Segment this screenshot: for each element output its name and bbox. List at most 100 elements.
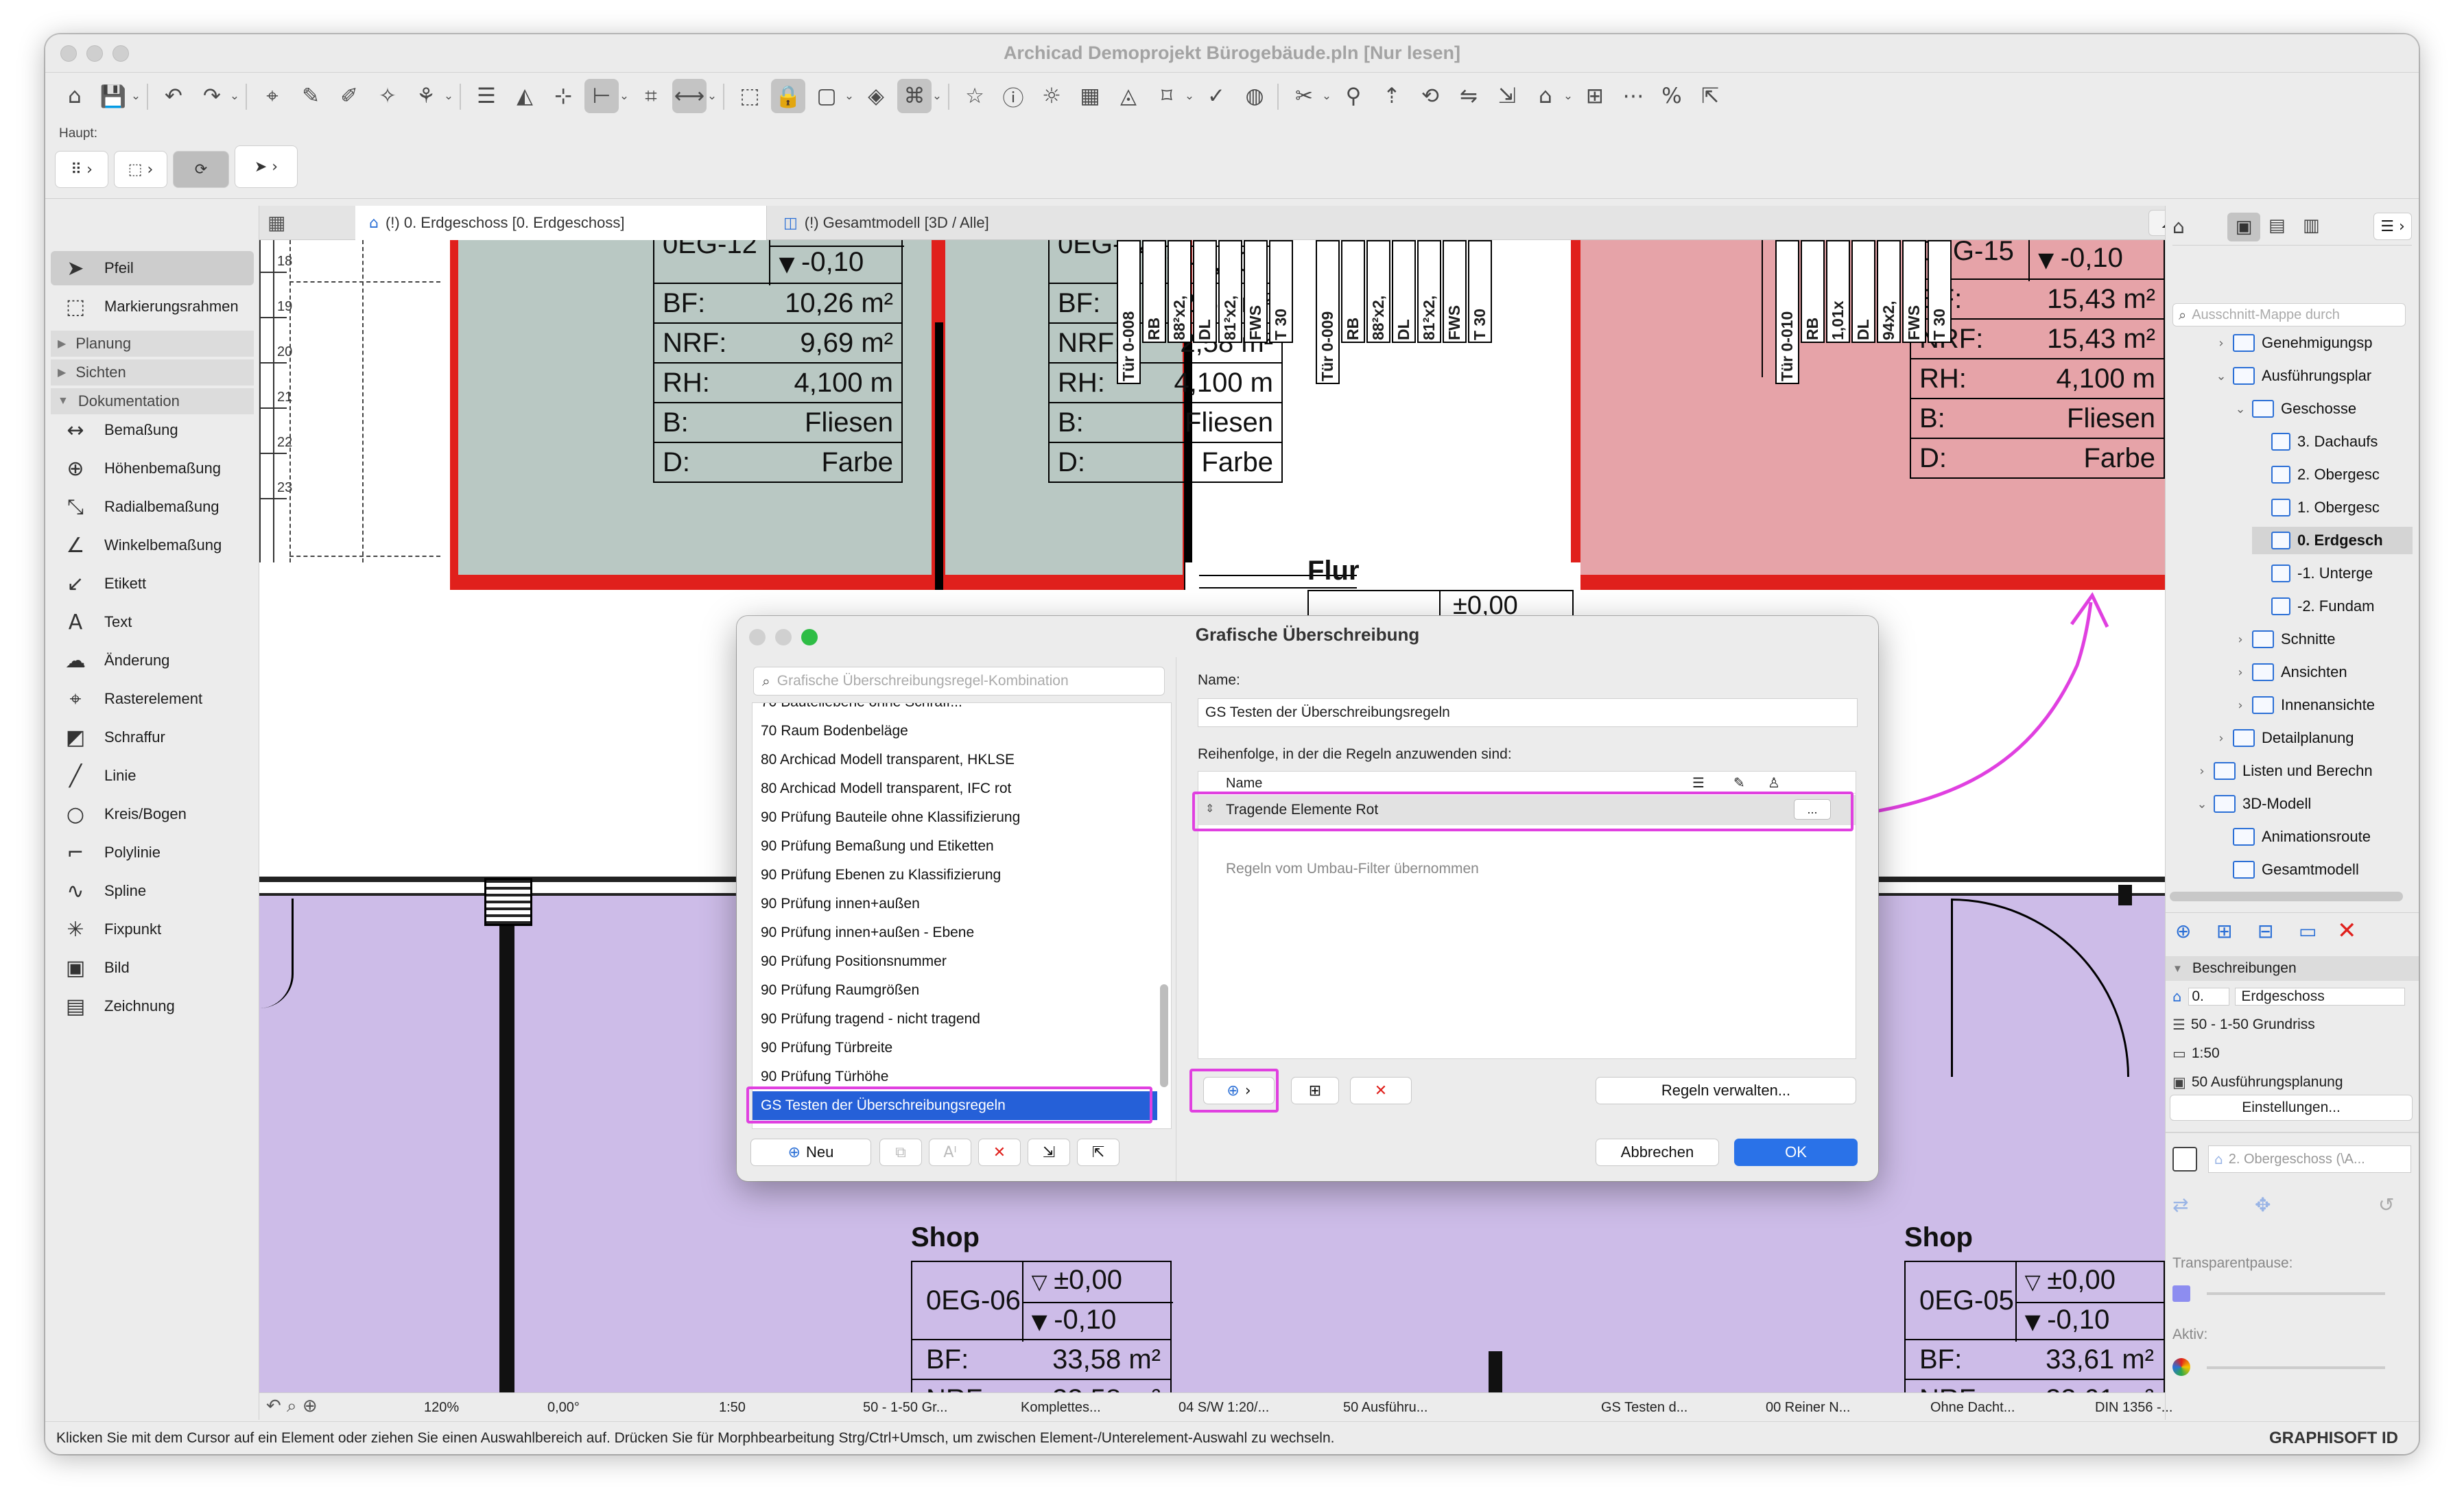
delete-view-icon[interactable]: ✕	[2337, 917, 2357, 944]
dropdown-arrow-icon[interactable]: ⌄	[1321, 86, 1332, 106]
dropdown-arrow-icon[interactable]: ⌄	[130, 86, 141, 106]
chevron-icon[interactable]: ›	[2233, 698, 2248, 713]
dropdown-arrow-icon[interactable]: ⌄	[619, 86, 630, 106]
zoom-value[interactable]: 120%	[424, 1400, 459, 1416]
dropdown-arrow-icon[interactable]: ⌄	[1184, 86, 1195, 106]
trace-reference-icon[interactable]: ◭	[508, 79, 542, 113]
combination-list-item[interactable]: 90 Prüfung Bauteile ohne Klassifizierung	[753, 803, 1157, 832]
navigator-item[interactable]: › Genehmigungsp	[2214, 329, 2372, 357]
dropdown-arrow-icon[interactable]: ⌄	[229, 86, 240, 106]
scale-value[interactable]: 1:50	[719, 1400, 746, 1416]
rename-button[interactable]: Aᴵ	[929, 1139, 971, 1166]
selection-method-button[interactable]: ⬚ ›	[114, 151, 167, 188]
layer-icon[interactable]: ▢	[809, 79, 844, 113]
combination-list-item[interactable]: 90 Prüfung Raumgrößen	[753, 976, 1157, 1005]
combination-list-item[interactable]: 80 Archicad Modell transparent, HKLSE	[753, 746, 1157, 774]
story-number-field[interactable]: 0.	[2188, 988, 2230, 1006]
transparent-color-swatch[interactable]	[2172, 1285, 2190, 1302]
tool-arrow[interactable]: ➤ Pfeil	[51, 251, 254, 285]
trace-toggle[interactable]	[2172, 1147, 2197, 1172]
tab-overview-icon[interactable]: ▦	[268, 211, 285, 234]
reference-select[interactable]: ⌂ 2. Obergeschoss (\A...	[2208, 1145, 2411, 1173]
ok-button[interactable]: OK	[1734, 1139, 1858, 1166]
roof-icon[interactable]: ⌂	[1528, 79, 1563, 113]
descriptions-section[interactable]: ▼ Beschreibungen	[2166, 956, 2419, 981]
chevron-icon[interactable]: ›	[2233, 632, 2248, 647]
name-field[interactable]: GS Testen der Überschreibungsregeln	[1198, 698, 1858, 727]
inject-icon[interactable]: ✐	[332, 79, 366, 113]
transparent-slider[interactable]	[2207, 1292, 2385, 1295]
home-icon[interactable]: ⌂	[58, 79, 92, 113]
cut-icon[interactable]: ✂	[1287, 79, 1321, 113]
magic-rotate-button[interactable]: ⟳	[173, 151, 229, 188]
percent-icon[interactable]: %	[1655, 79, 1689, 113]
reference-swap-icon[interactable]: ⇄	[2172, 1193, 2188, 1216]
eyedropper-icon[interactable]: ✎	[294, 79, 328, 113]
align-icon[interactable]: ⊞	[1578, 79, 1612, 113]
renovation-icon[interactable]: ◈	[859, 79, 893, 113]
teamwork-icon[interactable]: ◍	[1237, 79, 1272, 113]
tool-polyline[interactable]: ⌐ Polylinie	[51, 835, 254, 870]
find-select-icon[interactable]: ⌖	[255, 79, 289, 113]
navigator-item[interactable]: -1. Unterge	[2252, 560, 2373, 587]
combination-list-item[interactable]: 80 Archicad Modell transparent, IFC rot	[753, 774, 1157, 803]
view-map-icon[interactable]: ▣	[2227, 213, 2260, 241]
navigator-item[interactable]: Animationsroute	[2214, 823, 2371, 851]
remove-rule-button[interactable]: ✕	[1350, 1077, 1412, 1104]
publisher-icon[interactable]: ▥	[2303, 215, 2320, 236]
project-map-icon[interactable]: ⌂	[2172, 215, 2185, 238]
navigator-item[interactable]: › Innenansichte	[2233, 691, 2375, 719]
tool-radial-dimension[interactable]: ⤡ Radialbemaßung	[51, 490, 254, 524]
navigator-item[interactable]: ⌄ Geschosse	[2233, 395, 2356, 423]
navigator-item[interactable]: › Ansichten	[2233, 658, 2347, 686]
tool-text[interactable]: A Text	[51, 605, 254, 639]
guide-lines-icon[interactable]: ⊹	[546, 79, 580, 113]
grid-snap-icon[interactable]: ⌗	[634, 79, 668, 113]
snap-icon[interactable]: ⊢	[584, 79, 619, 113]
combination-list-item[interactable]: 70 Raum Bodenbeläge	[753, 717, 1157, 746]
edit-selection-icon[interactable]: ⬚	[733, 79, 767, 113]
cancel-button[interactable]: Abbrechen	[1596, 1139, 1719, 1166]
list-scrollbar[interactable]	[1160, 984, 1168, 1087]
section-1[interactable]: ▶ Sichten	[51, 359, 254, 385]
tool-image[interactable]: ▣ Bild	[51, 951, 254, 985]
mesh-icon[interactable]: ▦	[1073, 79, 1107, 113]
delete-combination-button[interactable]: ✕	[978, 1139, 1021, 1166]
clone-view-icon[interactable]: ⊞	[2216, 920, 2232, 942]
graphic-override-icon[interactable]: ◬	[1111, 79, 1146, 113]
navigator-menu-button[interactable]: ☰ ›	[2373, 213, 2412, 240]
navigator-item[interactable]: ⌄ 3D-Modell	[2194, 790, 2311, 818]
element-info-icon[interactable]: ⓘ	[996, 79, 1030, 113]
tool-dimension[interactable]: ↔ Bemaßung	[51, 413, 254, 447]
settings-button[interactable]: Einstellungen...	[2170, 1095, 2413, 1121]
settings-view-icon[interactable]: ▭	[2299, 920, 2317, 942]
tool-grid-element[interactable]: ⌖ Rasterelement	[51, 682, 254, 716]
combination-list-item[interactable]: 90 Prüfung innen+außen	[753, 890, 1157, 918]
combination-list-item[interactable]: 90 Prüfung Positionsnummer	[753, 947, 1157, 976]
drag-icon[interactable]: ⇲	[1490, 79, 1524, 113]
suspend-groups-icon[interactable]: ⚘	[409, 79, 443, 113]
undo-icon[interactable]: ↶	[156, 79, 191, 113]
new-folder-icon[interactable]: ⊟	[2258, 920, 2273, 942]
story-name-field[interactable]: Erdgeschoss	[2235, 988, 2406, 1006]
navigator-item[interactable]: ⌄ Ausführungsplar	[2214, 362, 2371, 390]
combination-list-item[interactable]: 90 Prüfung innen+außen - Ebene	[753, 918, 1157, 947]
distribute-icon[interactable]: ⋯	[1616, 79, 1650, 113]
override-combo[interactable]: GS Testen d...	[1601, 1400, 1687, 1416]
combination-list-item[interactable]: 90 Prüfung Bemaßung und Etiketten	[753, 832, 1157, 861]
zoom-controls-icon[interactable]: ↶ ⌕ ⊕	[266, 1396, 318, 1417]
import-button[interactable]: ⇲	[1028, 1139, 1070, 1166]
combination-list-item[interactable]: 90 Prüfung Türbreite	[753, 1034, 1157, 1062]
tool-line[interactable]: ╱ Linie	[51, 759, 254, 793]
export-icon[interactable]: ⇱	[1693, 79, 1727, 113]
manage-rules-button[interactable]: Regeln verwalten...	[1596, 1077, 1856, 1104]
story-icon[interactable]: ☰	[469, 79, 504, 113]
dropdown-arrow-icon[interactable]: ⌄	[443, 86, 454, 106]
combination-search-input[interactable]: ⌕ Grafische Überschreibungsregel-Kombina…	[753, 667, 1165, 696]
redo-icon[interactable]: ↷	[195, 79, 229, 113]
tool-marquee[interactable]: ⬚ Markierungsrahmen	[51, 289, 254, 324]
measure-icon[interactable]: ⟷	[672, 79, 707, 113]
magnify-icon[interactable]: ⚲	[1336, 79, 1371, 113]
chevron-icon[interactable]: ›	[2214, 731, 2229, 746]
navigator-item[interactable]: 2. Obergesc	[2252, 461, 2380, 488]
